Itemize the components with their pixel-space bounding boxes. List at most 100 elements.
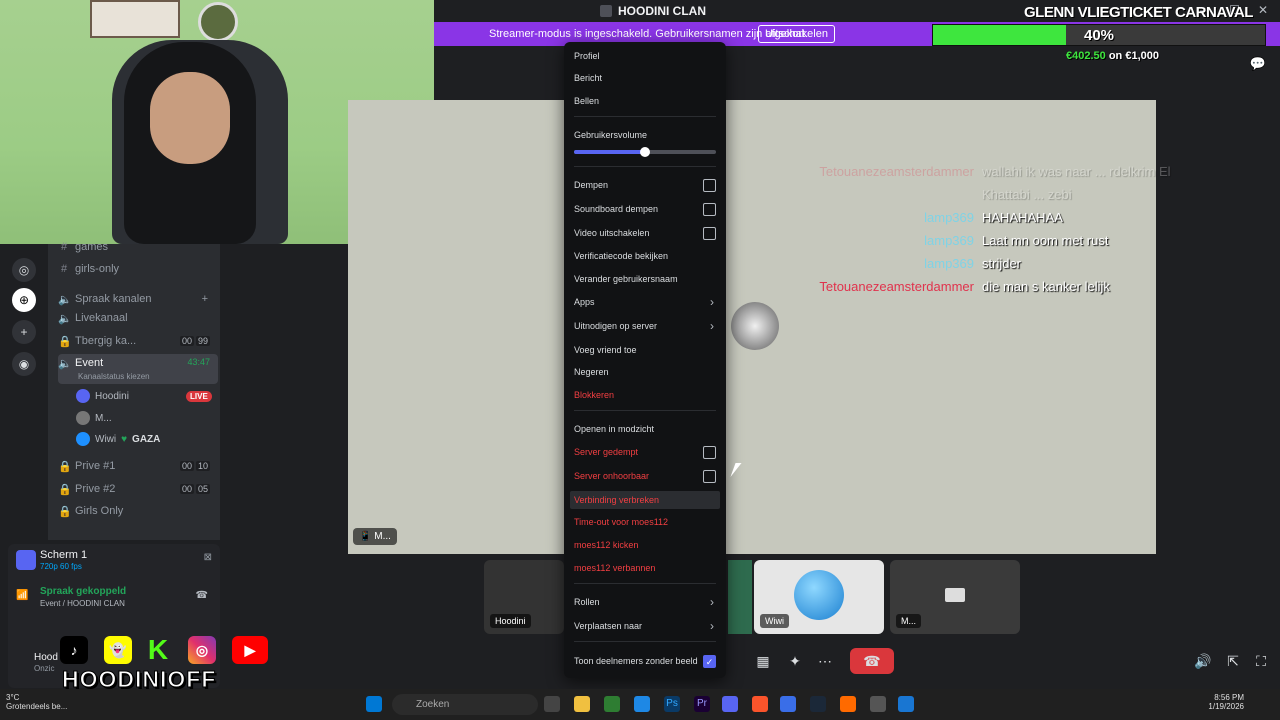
menu-block[interactable]: Blokkeren [574, 386, 716, 404]
menu-mute[interactable]: Dempen [574, 176, 716, 194]
menu-server-deafen[interactable]: Server onhoorbaar [574, 467, 716, 485]
menu-add-friend[interactable]: Voeg vriend toe [574, 341, 716, 359]
voice-channel-tbergig[interactable]: 🔒 Tbergig ka... 00 99 [58, 332, 218, 350]
disable-streamer-button[interactable]: Uitschakelen [758, 25, 835, 43]
channel-girls-only[interactable]: # girls-only [58, 260, 218, 278]
add-channel-icon[interactable]: + [202, 293, 208, 305]
disable-video-checkbox[interactable] [703, 226, 716, 240]
edge-icon[interactable] [634, 696, 650, 712]
disconnect-icon[interactable]: ☎ [196, 590, 208, 601]
voice-channel-girls-only[interactable]: 🔒 Girls Only [58, 502, 218, 520]
menu-apps[interactable]: Apps › [574, 293, 716, 311]
voice-connected-title: Spraak gekoppeld [40, 586, 127, 597]
menu-invite[interactable]: Uitnodigen op server › [574, 317, 716, 335]
app-icon[interactable] [780, 696, 796, 712]
menu-soundboard-mute[interactable]: Soundboard dempen [574, 200, 716, 218]
menu-show-no-video[interactable]: Toon deelnemers zonder beeld ✓ [574, 652, 716, 670]
chat-message: die man s kanker lelijk [982, 279, 1110, 294]
voice-channel-prive-1[interactable]: 🔒 Prive #1 00 10 [58, 457, 218, 475]
slider-knob[interactable] [640, 147, 650, 157]
menu-message[interactable]: Bericht [574, 69, 716, 87]
chat-message: wallahi ik was naar ... rdelkrim El [982, 164, 1171, 179]
taskview-icon[interactable] [544, 696, 560, 712]
mute-checkbox[interactable] [703, 178, 716, 192]
firefox-icon[interactable] [840, 696, 856, 712]
menu-call[interactable]: Bellen [574, 92, 716, 110]
menu-verification[interactable]: Verificatiecode bekijken [574, 247, 716, 265]
thumb-hoodini[interactable]: Hoodini [484, 560, 564, 634]
voice-user-m[interactable]: M... [76, 409, 112, 427]
explorer-icon[interactable] [574, 696, 590, 712]
clock[interactable]: 8:56 PM 1/19/2026 [1208, 693, 1244, 711]
lock-icon: 🔒 [58, 460, 72, 473]
photoshop-icon[interactable]: Ps [664, 696, 680, 712]
soundboard-icon[interactable]: ✦ [784, 648, 806, 674]
server-mute-checkbox[interactable] [703, 445, 716, 459]
soundboard-mute-checkbox[interactable] [703, 202, 716, 216]
menu-disable-video[interactable]: Video uitschakelen [574, 224, 716, 242]
voice-user-wiwi[interactable]: Wiwi ♥ GAZA [76, 430, 160, 448]
menu-open-mod[interactable]: Openen in modzicht [574, 420, 716, 438]
more-icon[interactable]: ⋯ [814, 648, 836, 674]
brave-icon[interactable] [752, 696, 768, 712]
voice-category-header[interactable]: 🔈 Spraak kanalen + [58, 290, 218, 308]
signal-icon[interactable]: 📶 [16, 590, 28, 601]
menu-change-username[interactable]: Verander gebruikersnaam [574, 270, 716, 288]
activities-icon[interactable]: ▦ [752, 648, 774, 674]
leave-call-button[interactable]: ☎ [850, 648, 894, 674]
obs-icon[interactable] [870, 696, 886, 712]
menu-move-to[interactable]: Verplaatsen naar › [574, 617, 716, 635]
volume-icon[interactable]: 🔊 [1194, 648, 1212, 674]
chat-username: Tetouanezeamsterdammer [819, 164, 974, 179]
menu-roles[interactable]: Rollen › [574, 593, 716, 611]
close-icon[interactable]: ✕ [1258, 3, 1268, 17]
menu-divider [574, 116, 716, 117]
menu-profile[interactable]: Profiel [574, 47, 716, 65]
phone-icon: 📱 [359, 531, 375, 542]
user-volume-slider[interactable] [574, 147, 716, 157]
popout-icon[interactable]: ⇱ [1224, 648, 1242, 674]
start-icon[interactable] [366, 696, 382, 712]
menu-timeout[interactable]: Time-out voor moes112 [574, 513, 716, 531]
taskbar-search[interactable]: Zoeken [392, 694, 538, 715]
menu-ignore[interactable]: Negeren [574, 363, 716, 381]
server-icon-2[interactable]: ⊕ [12, 288, 36, 312]
premiere-icon[interactable]: Pr [694, 696, 710, 712]
stop-share-icon[interactable]: ⊠ [204, 552, 212, 563]
menu-disconnect[interactable]: Verbinding verbreken [570, 491, 720, 509]
discover-icon[interactable]: ◉ [12, 352, 36, 376]
wall-shelf [90, 0, 180, 38]
channel-games[interactable]: # games [58, 238, 218, 256]
menu-ban[interactable]: moes112 verbannen [574, 559, 716, 577]
wiwi-avatar [794, 570, 844, 620]
voice-user-hoodini[interactable]: Hoodini LIVE [76, 387, 212, 405]
server-icon-1[interactable]: ◎ [12, 258, 36, 282]
server-deafen-checkbox[interactable] [703, 469, 716, 483]
voice-channel-prive-2[interactable]: 🔒 Prive #2 00 05 [58, 480, 218, 498]
store-icon[interactable] [604, 696, 620, 712]
user-count: 00 [179, 484, 194, 494]
menu-kick[interactable]: moes112 kicken [574, 536, 716, 554]
chat-bubble-icon[interactable]: 💬 [1250, 56, 1266, 72]
menu-server-mute[interactable]: Server gedempt [574, 443, 716, 461]
chat-username: lamp369 [924, 233, 974, 248]
user-limit: 99 [195, 336, 210, 346]
screen-share-icon [16, 550, 36, 570]
fullscreen-icon[interactable]: ⛶ [1252, 648, 1270, 674]
chevron-right-icon: › [710, 295, 714, 309]
voice-channel-livekanaal[interactable]: 🔈 Livekanaal [58, 309, 218, 327]
app2-icon[interactable] [898, 696, 914, 712]
add-server-icon[interactable]: + [12, 320, 36, 344]
thumb-m[interactable]: M... [890, 560, 1020, 634]
channel-status[interactable]: Kanaalstatus kiezen [78, 372, 150, 381]
voice-connected-sub[interactable]: Event / HOODINI CLAN [40, 599, 125, 608]
show-no-video-checkbox[interactable]: ✓ [703, 654, 716, 668]
steam-icon[interactable] [810, 696, 826, 712]
weather-widget[interactable]: 3°C Grotendeels be... [6, 693, 67, 711]
chat-message: HAHAHAHAA [982, 210, 1063, 225]
voice-channel-event[interactable]: 🔈 Event 43:47 Kanaalstatus kiezen [58, 354, 218, 384]
discord-taskbar-icon[interactable] [722, 696, 738, 712]
thumb-wiwi[interactable]: Wiwi [754, 560, 884, 634]
heart-icon: ♥ [121, 433, 128, 445]
thumb-expand[interactable] [728, 560, 752, 634]
